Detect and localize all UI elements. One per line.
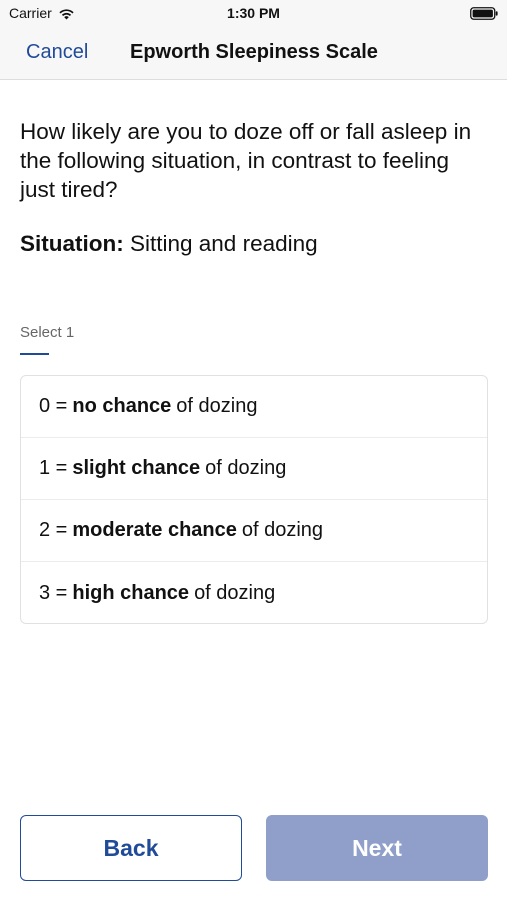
option-bold-text: moderate chance	[72, 519, 237, 541]
option-bold-text: slight chance	[72, 457, 201, 479]
next-button[interactable]: Next	[266, 815, 488, 881]
option-suffix: of dozing	[176, 395, 258, 417]
option-bold-text: high chance	[72, 581, 190, 604]
option-prefix: 0 =	[39, 395, 68, 417]
back-button[interactable]: Back	[20, 815, 242, 881]
situation-line: Situation: Sitting and reading	[20, 229, 490, 258]
option-1[interactable]: 1 = slight chance of dozing	[21, 438, 487, 500]
option-prefix: 3 =	[39, 581, 68, 604]
option-suffix: of dozing	[241, 519, 324, 541]
question-text: How likely are you to doze off or fall a…	[20, 119, 472, 202]
option-3[interactable]: 3 = high chance of dozing	[21, 562, 487, 623]
option-2[interactable]: 2 = moderate chance of dozing	[21, 500, 487, 562]
page-title: Epworth Sleepiness Scale	[130, 41, 378, 63]
option-suffix: of dozing	[205, 457, 287, 479]
select-hint-underline	[20, 353, 49, 355]
option-prefix: 1 =	[39, 457, 68, 479]
situation-label: Situation:	[20, 231, 124, 256]
option-bold-text: no chance	[72, 395, 172, 417]
battery-icon	[470, 7, 498, 20]
select-hint: Select 1	[20, 324, 75, 341]
option-0[interactable]: 0 = no chance of dozing	[21, 376, 487, 438]
option-prefix: 2 =	[39, 519, 68, 541]
cancel-button[interactable]: Cancel	[26, 41, 88, 64]
status-bar: Carrier 1:30 PM	[0, 0, 507, 28]
situation-value: Sitting and reading	[130, 231, 318, 256]
option-suffix: of dozing	[194, 581, 276, 604]
screen: Carrier 1:30 PM Cancel Epworth Sleepines…	[0, 0, 507, 900]
navigation-bar: Cancel Epworth Sleepiness Scale	[0, 28, 507, 80]
status-time: 1:30 PM	[227, 5, 280, 21]
answer-options-list: 0 = no chance of dozing 1 = slight chanc…	[20, 375, 488, 624]
